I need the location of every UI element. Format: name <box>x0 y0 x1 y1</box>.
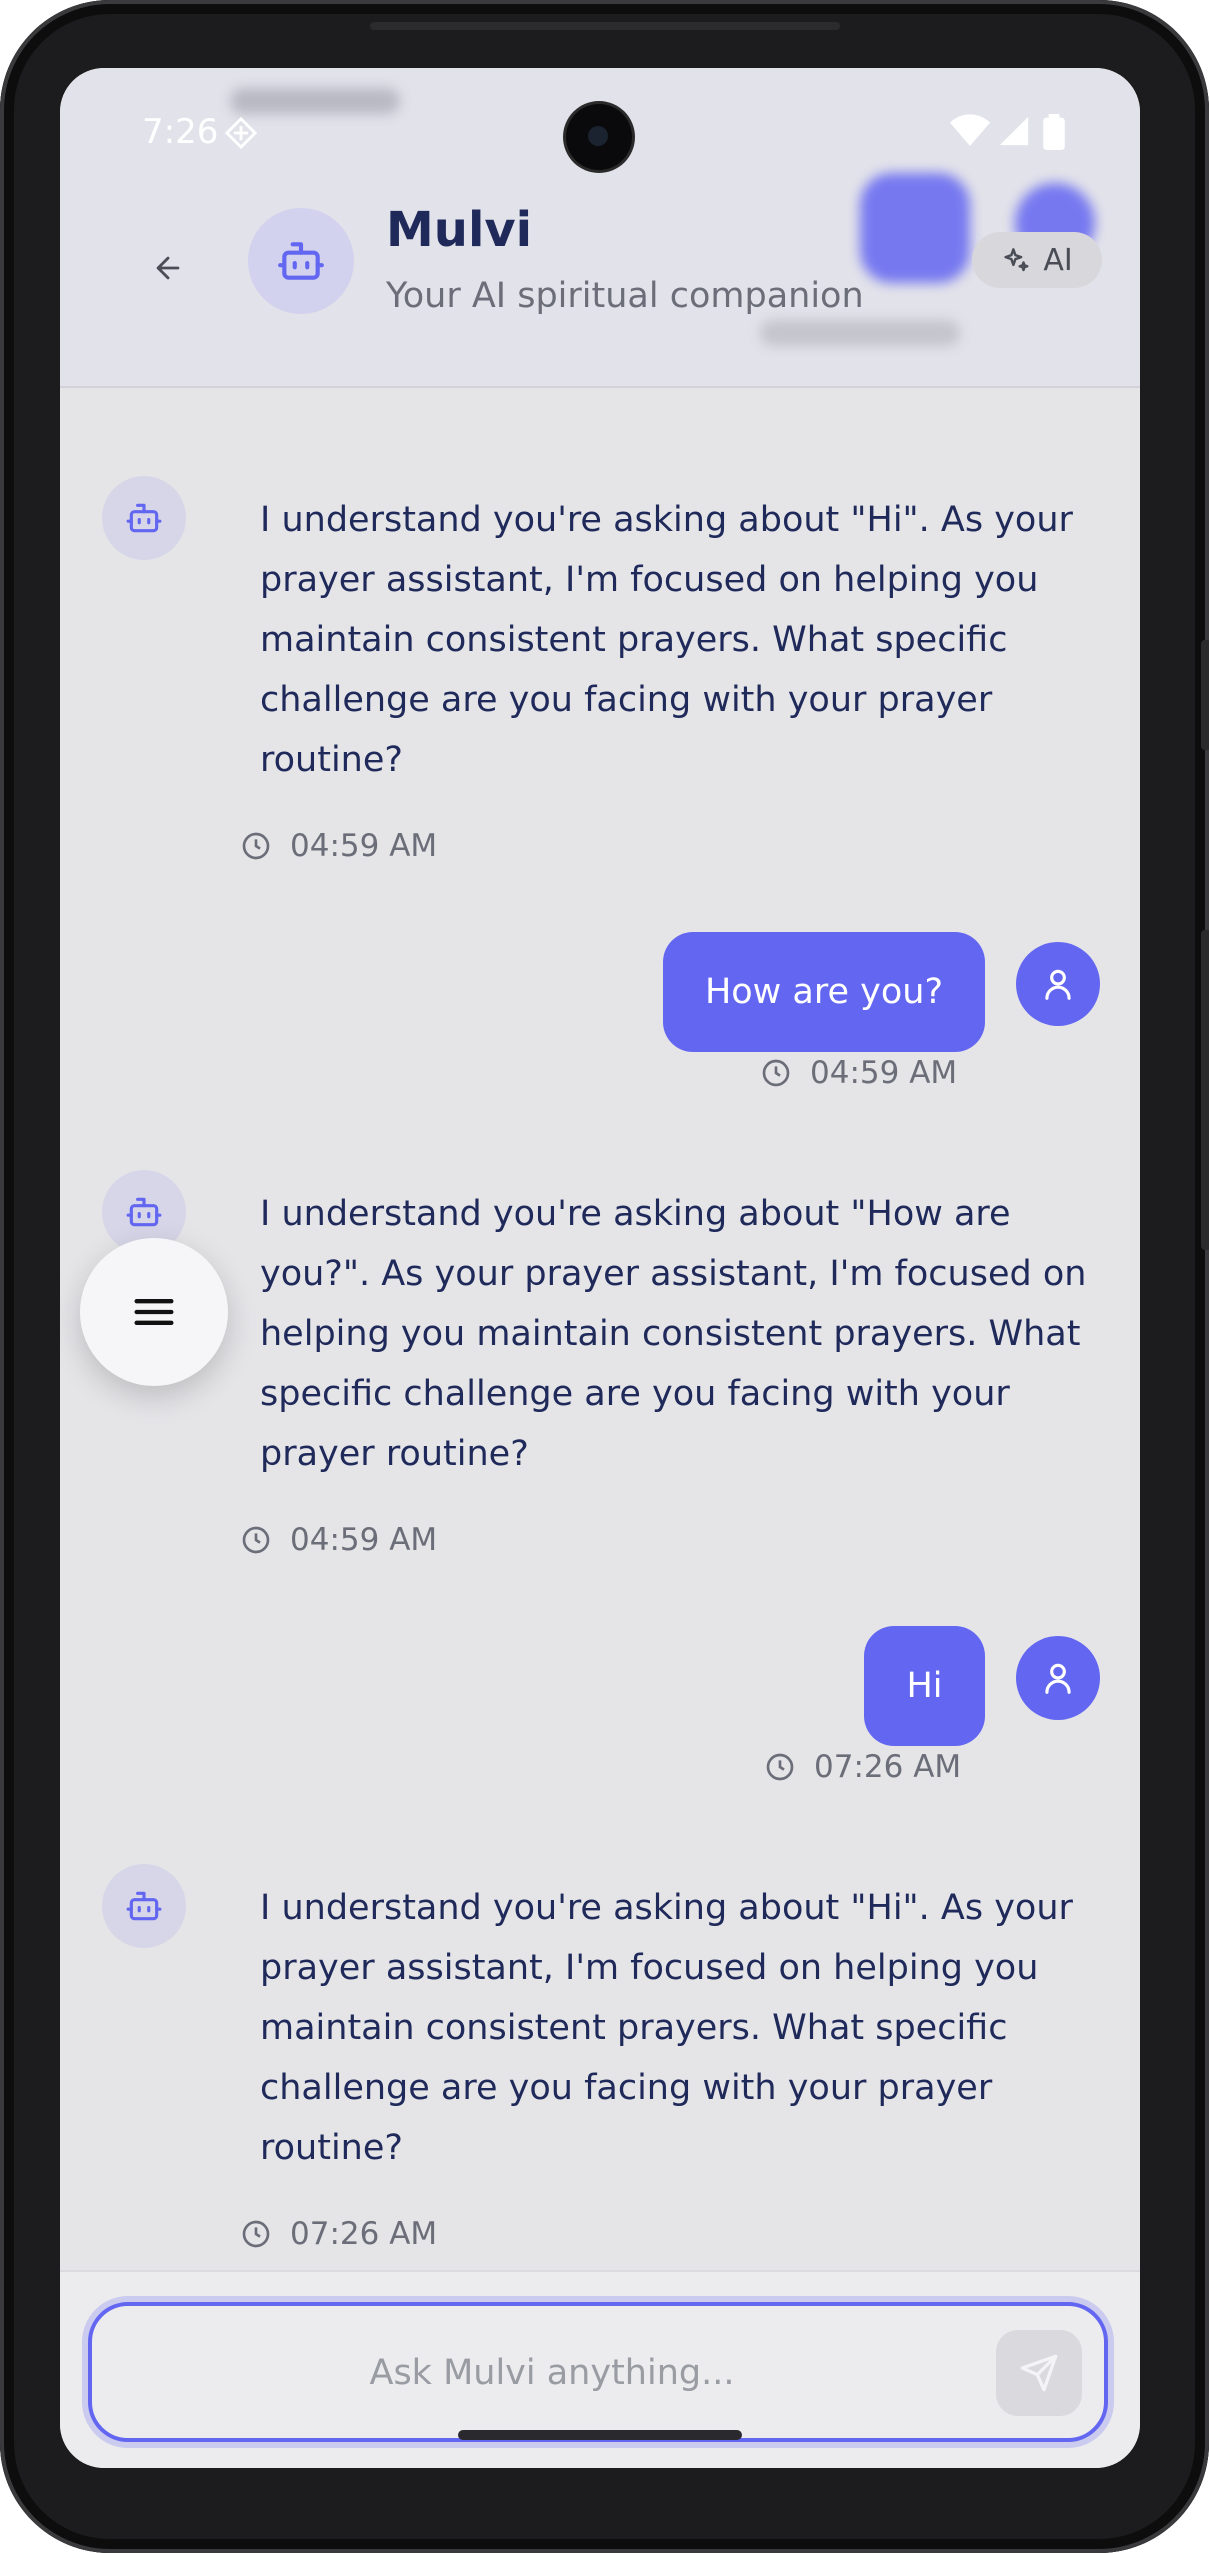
back-button[interactable] <box>138 238 198 298</box>
clock-icon <box>766 1753 794 1781</box>
message-input-container[interactable] <box>88 2302 1108 2442</box>
timestamp-text: 04:59 AM <box>810 1055 958 1091</box>
clock-icon <box>242 832 270 860</box>
clock-icon <box>242 1526 270 1554</box>
status-time: 7:26 <box>142 112 219 152</box>
send-icon <box>1020 2354 1058 2392</box>
assistant-avatar <box>248 208 354 314</box>
clock-icon <box>242 2220 270 2248</box>
user-message-bubble: How are you? <box>663 932 985 1052</box>
timestamp-text: 07:26 AM <box>290 2216 438 2252</box>
blurred-shape <box>760 320 960 346</box>
clock-icon <box>762 1059 790 1087</box>
phone-frame: Mulvi Your AI spiritual companion AI 7:2… <box>0 0 1209 2553</box>
user-message-text: How are you? <box>704 972 944 1012</box>
bot-avatar <box>102 476 186 560</box>
status-bar: 7:26 <box>60 68 1140 198</box>
timestamp-text: 04:59 AM <box>290 828 438 864</box>
home-indicator[interactable] <box>458 2430 742 2440</box>
user-icon <box>1045 969 1071 1000</box>
message-input[interactable] <box>132 2336 972 2410</box>
user-avatar <box>1016 942 1100 1026</box>
volume-button <box>1201 930 1209 1250</box>
cellular-signal-icon <box>999 116 1029 146</box>
user-icon <box>1045 1663 1071 1694</box>
message-timestamp: 04:59 AM <box>760 1055 957 1091</box>
user-message-bubble: Hi <box>864 1626 985 1746</box>
front-camera <box>566 104 632 170</box>
arrow-left-icon <box>156 256 180 280</box>
ai-badge-label: AI <box>1043 242 1073 278</box>
sparkles-icon <box>1004 248 1029 272</box>
message-timestamp: 04:59 AM <box>240 1522 437 1558</box>
timestamp-text: 04:59 AM <box>290 1522 438 1558</box>
bot-icon <box>278 242 324 280</box>
message-timestamp: 07:26 AM <box>764 1749 961 1785</box>
app-screen: Mulvi Your AI spiritual companion AI 7:2… <box>60 68 1140 2468</box>
speaker-slot <box>370 22 840 30</box>
user-message-text: Hi <box>906 1666 943 1706</box>
user-avatar <box>1016 1636 1100 1720</box>
bot-message-text: I understand you're asking about "Hi". A… <box>260 500 1073 780</box>
message-timestamp: 07:26 AM <box>240 2216 437 2252</box>
timestamp-text: 07:26 AM <box>814 1749 962 1785</box>
bot-message-text: I understand you're asking about "How ar… <box>260 1194 1087 1474</box>
chat-subtitle: Your AI spiritual companion <box>386 276 864 316</box>
battery-icon <box>1043 114 1065 150</box>
sim-diamond-icon <box>224 116 258 150</box>
chat-title: Mulvi <box>386 202 533 258</box>
bot-icon <box>126 503 162 533</box>
wifi-icon <box>950 114 990 146</box>
bot-icon <box>126 1891 162 1921</box>
menu-fab-button[interactable] <box>80 1238 228 1386</box>
send-button[interactable] <box>996 2330 1082 2416</box>
hamburger-menu-icon <box>134 1299 174 1325</box>
message-timestamp: 04:59 AM <box>240 828 437 864</box>
bot-icon <box>126 1197 162 1227</box>
ai-badge: AI <box>972 232 1102 288</box>
power-button <box>1201 640 1209 750</box>
bot-message-text: I understand you're asking about "Hi". A… <box>260 1888 1073 2168</box>
bot-avatar <box>102 1864 186 1948</box>
